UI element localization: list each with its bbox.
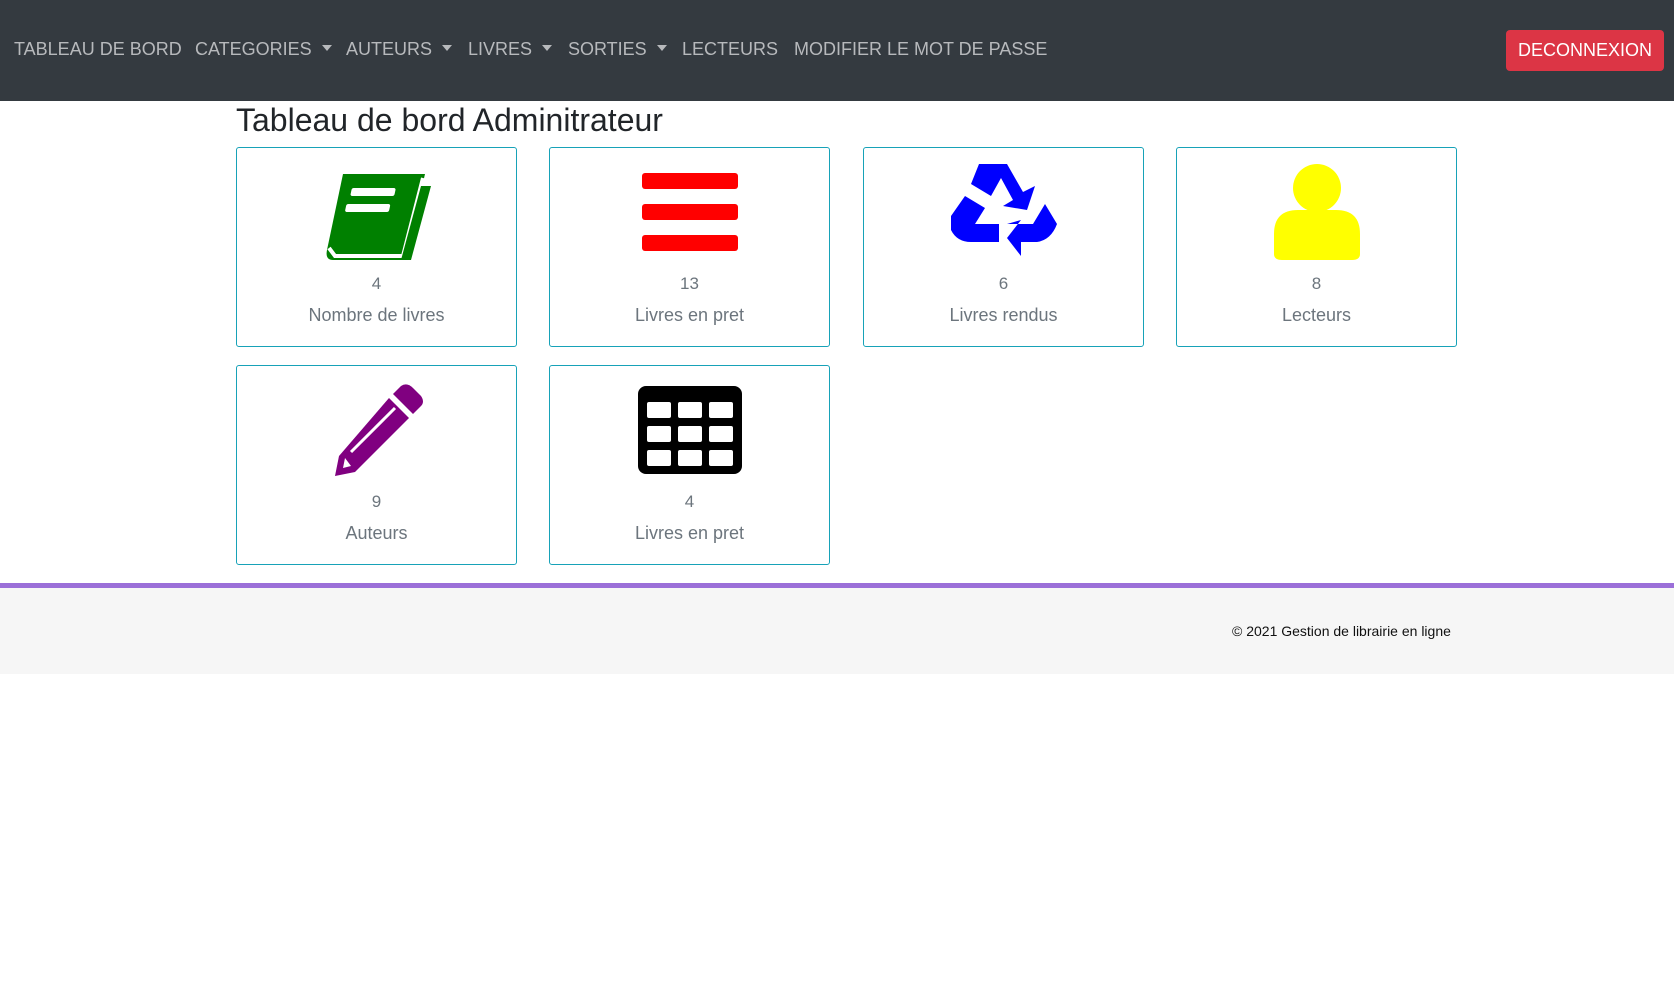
- nav-item-auteurs[interactable]: AUTEURS: [346, 38, 453, 60]
- caret-down-icon: [542, 45, 553, 52]
- caret-down-icon: [442, 45, 453, 52]
- stat-label: Livres en pret: [634, 305, 745, 325]
- nav-item-categories[interactable]: CATEGORIES: [195, 38, 332, 60]
- stat-label: Auteurs: [345, 523, 408, 543]
- logout-button[interactable]: DECONNEXION: [1506, 30, 1664, 71]
- stat-count: 8: [1311, 274, 1322, 293]
- stat-count: 6: [998, 274, 1009, 293]
- nav-item-label: CATEGORIES: [195, 39, 312, 59]
- stat-count: 13: [680, 274, 699, 293]
- book-icon: [237, 158, 516, 266]
- nav-item-tableau-de-bord[interactable]: TABLEAU DE BORD: [14, 38, 182, 60]
- pencil-icon: [237, 376, 516, 484]
- nav-item-sorties[interactable]: SORTIES: [568, 38, 667, 60]
- nav-item-label: SORTIES: [568, 39, 647, 59]
- page-title: Tableau de bord Adminitrateur: [236, 102, 663, 138]
- stat-card-loans[interactable]: 13 Livres en pret: [549, 147, 830, 347]
- nav-item-livres[interactable]: LIVRES: [468, 38, 553, 60]
- stat-count: 9: [371, 492, 382, 511]
- top-navbar: TABLEAU DE BORD CATEGORIES AUTEURS LIVRE…: [0, 0, 1674, 101]
- nav-item-lecteurs[interactable]: LECTEURS: [682, 38, 778, 60]
- bars-icon: [550, 158, 829, 266]
- nav-item-label: AUTEURS: [346, 39, 433, 59]
- nav-item-label: MODIFIER LE MOT DE PASSE: [794, 39, 1048, 59]
- nav-item-label: LIVRES: [468, 39, 533, 59]
- stat-card-readers[interactable]: 8 Lecteurs: [1176, 147, 1457, 347]
- nav-item-modifier-mot-de-passe[interactable]: MODIFIER LE MOT DE PASSE: [794, 38, 1047, 60]
- stat-card-loans-table[interactable]: 4 Livres en pret: [549, 365, 830, 565]
- caret-down-icon: [321, 45, 332, 52]
- user-icon: [1177, 158, 1456, 266]
- recycle-icon: [864, 158, 1143, 266]
- stat-label: Livres rendus: [949, 305, 1058, 325]
- stat-label: Livres en pret: [634, 523, 745, 543]
- stat-count: 4: [371, 274, 382, 293]
- stat-label: Nombre de livres: [308, 305, 445, 325]
- stat-label: Lecteurs: [1281, 305, 1352, 325]
- nav-item-label: LECTEURS: [682, 39, 779, 59]
- stat-count: 4: [684, 492, 695, 511]
- stat-card-returned[interactable]: 6 Livres rendus: [863, 147, 1144, 347]
- footer-copyright: © 2021 Gestion de librairie en ligne: [1232, 623, 1451, 639]
- stat-card-books[interactable]: 4 Nombre de livres: [236, 147, 517, 347]
- caret-down-icon: [656, 45, 667, 52]
- stat-card-authors[interactable]: 9 Auteurs: [236, 365, 517, 565]
- table-icon: [550, 376, 829, 484]
- nav-item-label: TABLEAU DE BORD: [14, 39, 182, 59]
